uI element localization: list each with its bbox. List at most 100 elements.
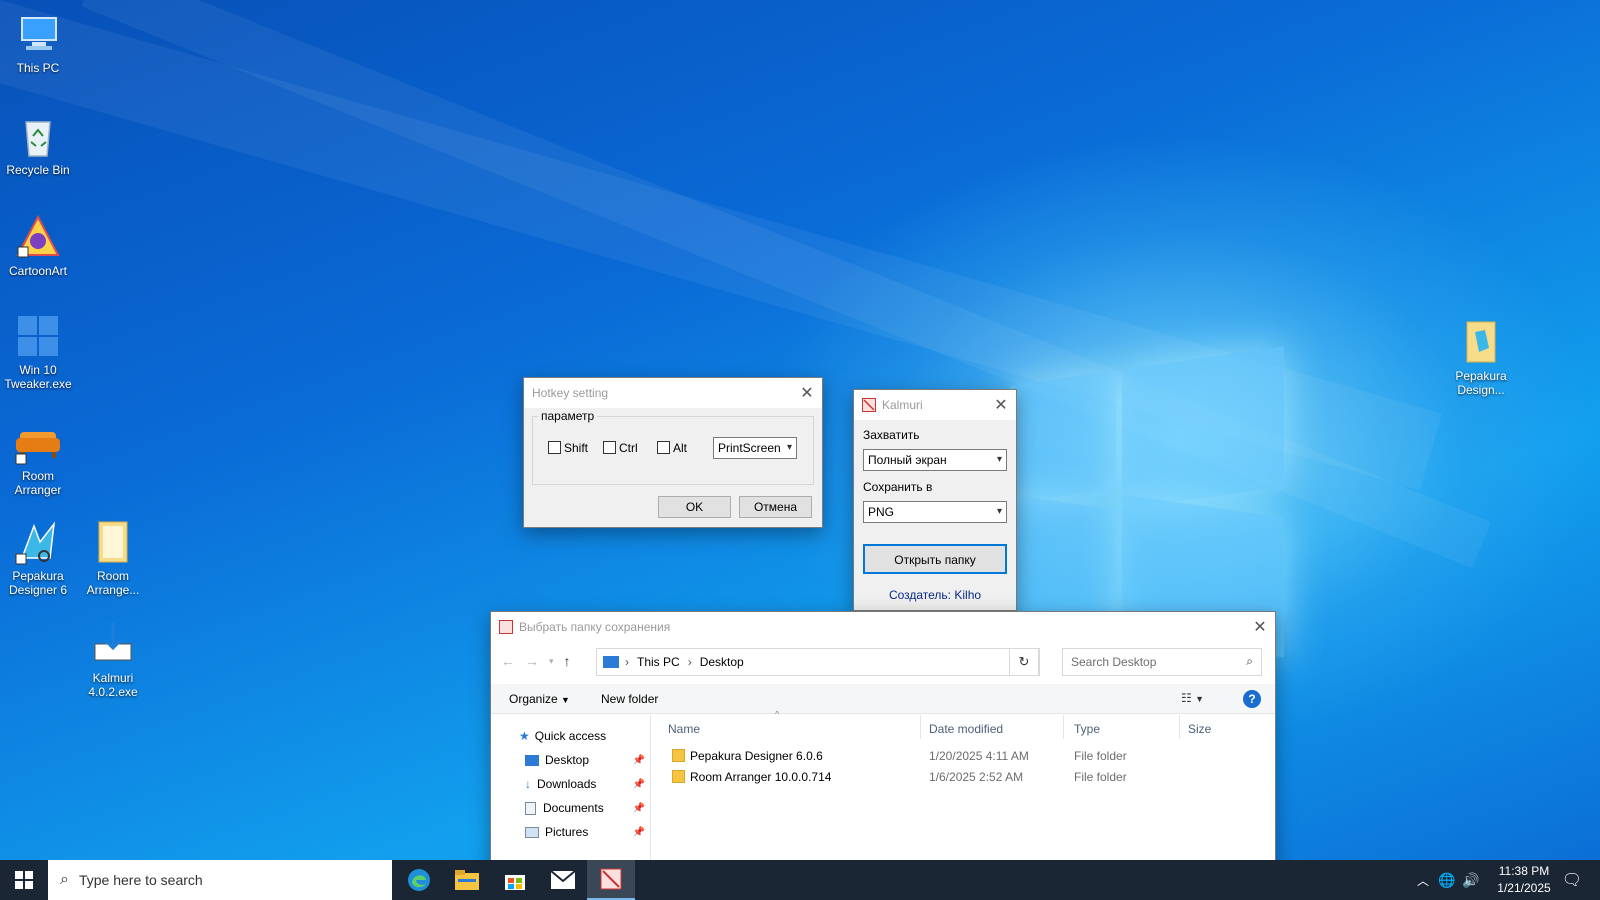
- pin-icon: 📌: [632, 802, 645, 814]
- desktop-icon-label: Recycle Bin: [6, 163, 70, 177]
- store-taskbar-button[interactable]: [491, 860, 539, 900]
- refresh-icon[interactable]: ↻: [1009, 648, 1039, 676]
- file-explorer-taskbar-button[interactable]: [443, 860, 491, 900]
- checkbox-box[interactable]: [603, 441, 616, 454]
- cancel-button[interactable]: Отмена: [739, 496, 812, 518]
- nav-item-quick-access[interactable]: ★ Quick access: [519, 729, 606, 743]
- row-name: Room Arranger 10.0.0.714: [690, 770, 832, 784]
- breadcrumb-separator-icon: ›: [625, 655, 629, 669]
- column-type[interactable]: Type: [1074, 722, 1100, 736]
- taskbar-search-box[interactable]: ⌕ Type here to search: [48, 860, 392, 900]
- clock-date: 1/21/2025: [1497, 881, 1551, 895]
- desktop-icon-room-arrange-folder[interactable]: Room Arrange...: [75, 518, 151, 597]
- row-type: File folder: [1074, 749, 1127, 763]
- window-title: Kalmuri: [882, 398, 923, 412]
- capture-select[interactable]: Полный экран ▾: [863, 449, 1007, 471]
- nav-item-documents[interactable]: Documents 📌: [525, 801, 645, 815]
- chevron-up-icon[interactable]: ︿: [1412, 860, 1434, 900]
- help-icon[interactable]: ?: [1243, 690, 1261, 708]
- checkbox-box[interactable]: [657, 441, 670, 454]
- breadcrumb-this-pc[interactable]: This PC: [637, 655, 680, 669]
- nav-item-downloads[interactable]: ↓ Downloads 📌: [525, 777, 645, 791]
- ok-button[interactable]: OK: [658, 496, 731, 518]
- close-icon[interactable]: ✕: [792, 378, 822, 408]
- kalmuri-icon: [600, 868, 622, 890]
- star-icon: ★: [519, 729, 530, 743]
- forward-arrow-icon[interactable]: →: [525, 653, 539, 669]
- open-folder-button[interactable]: Открыть папку: [863, 544, 1007, 574]
- desktop-icon-this-pc[interactable]: This PC: [0, 10, 76, 75]
- desktop-icon: [525, 754, 539, 766]
- organize-label: Organize: [509, 692, 558, 706]
- volume-icon[interactable]: 🔊: [1460, 860, 1482, 900]
- edge-taskbar-button[interactable]: [395, 860, 443, 900]
- desktop-icon-room-arranger[interactable]: Room Arranger: [0, 418, 76, 497]
- table-row[interactable]: Pepakura Designer 6.0.6 1/20/2025 4:11 A…: [652, 746, 1272, 766]
- nav-buttons: ← → ▾ ↑: [501, 648, 591, 674]
- view-options-icon[interactable]: ☷ ▼: [1181, 691, 1204, 705]
- recent-chevron-icon[interactable]: ▾: [549, 656, 554, 667]
- window-title: Выбрать папку сохранения: [519, 620, 671, 634]
- column-date-modified[interactable]: Date modified: [929, 722, 1003, 736]
- creator-link[interactable]: Создатель: Kilho: [854, 588, 1016, 602]
- new-folder-button[interactable]: New folder: [601, 692, 658, 706]
- file-list: ^ Name Date modified Type Size Pepakura …: [652, 709, 1275, 873]
- network-icon[interactable]: 🌐: [1436, 860, 1458, 900]
- taskbar: ⌕ Type here to search ︿ 🌐 🔊 11:38 PM 1/2…: [0, 860, 1600, 900]
- column-name[interactable]: Name: [668, 722, 700, 736]
- desktop-icon-label: This PC: [16, 61, 60, 75]
- desktop-icon-pepakura-design[interactable]: Pepakura Design...: [1443, 318, 1519, 397]
- folder-icon: [672, 770, 685, 783]
- row-date: 1/6/2025 2:52 AM: [929, 770, 1024, 784]
- notification-center-icon[interactable]: 🗨: [1552, 860, 1592, 900]
- key-select-value: PrintScreen: [718, 441, 781, 455]
- desktop-icon-recycle-bin[interactable]: Recycle Bin: [0, 112, 76, 177]
- desktop-icon-pepakura[interactable]: Pepakura Designer 6: [0, 518, 76, 597]
- command-bar: Organize ▼ New folder ☷ ▼ ?: [491, 684, 1275, 714]
- window-title: Hotkey setting: [532, 386, 609, 400]
- search-placeholder: Search Desktop: [1071, 655, 1157, 669]
- installer-icon: [89, 620, 137, 668]
- hotkey-titlebar[interactable]: Hotkey setting ✕: [524, 378, 822, 408]
- format-select[interactable]: PNG ▾: [863, 501, 1007, 523]
- breadcrumb-desktop[interactable]: Desktop: [700, 655, 744, 669]
- format-select-value: PNG: [868, 505, 895, 519]
- save-label: Сохранить в: [863, 480, 933, 494]
- kalmuri-titlebar[interactable]: Kalmuri ✕: [854, 390, 1016, 420]
- column-size[interactable]: Size: [1188, 722, 1211, 736]
- ctrl-checkbox[interactable]: Ctrl: [603, 441, 638, 455]
- desktop-icon-kalmuri-exe[interactable]: Kalmuri 4.0.2.exe: [75, 620, 151, 699]
- up-arrow-icon[interactable]: ↑: [564, 653, 571, 669]
- nav-item-desktop[interactable]: Desktop 📌: [525, 753, 645, 767]
- navigation-pane: ★ Quick access Desktop 📌 ↓ Downloads 📌 Doc…: [491, 715, 651, 873]
- checkbox-box[interactable]: [548, 441, 561, 454]
- kalmuri-taskbar-button[interactable]: [587, 860, 635, 900]
- kalmuri-window: Kalmuri ✕ Захватить Полный экран ▾ Сохра…: [853, 389, 1017, 611]
- address-bar[interactable]: › This PC › Desktop ▾: [596, 648, 1040, 676]
- mail-icon: [551, 871, 575, 889]
- pepakura-icon: [14, 518, 62, 566]
- nav-item-pictures[interactable]: Pictures 📌: [525, 825, 645, 839]
- start-button[interactable]: [0, 860, 48, 900]
- close-icon[interactable]: ✕: [1245, 612, 1275, 642]
- mail-taskbar-button[interactable]: [539, 860, 587, 900]
- organize-button[interactable]: Organize ▼: [509, 692, 570, 706]
- pin-icon: 📌: [632, 778, 645, 790]
- shift-checkbox[interactable]: Shift: [548, 441, 588, 455]
- alt-checkbox[interactable]: Alt: [657, 441, 687, 455]
- desktop-icon-label: Win 10 Tweaker.exe: [4, 363, 72, 391]
- search-desktop-input[interactable]: Search Desktop ⌕: [1062, 648, 1262, 676]
- group-label: параметр: [538, 409, 598, 423]
- desktop-icon-cartoonart[interactable]: CartoonArt: [0, 213, 76, 278]
- chevron-down-icon: ▼: [561, 695, 570, 705]
- row-date: 1/20/2025 4:11 AM: [929, 749, 1029, 763]
- table-row[interactable]: Room Arranger 10.0.0.714 1/6/2025 2:52 A…: [652, 767, 1272, 787]
- key-select[interactable]: PrintScreen ▾: [713, 437, 797, 459]
- close-icon[interactable]: ✕: [986, 390, 1016, 420]
- pictures-icon: [525, 826, 539, 838]
- folder-icon: [1457, 318, 1505, 366]
- desktop-icon-label: Room Arrange...: [86, 569, 140, 597]
- desktop-icon-win10-tweaker[interactable]: Win 10 Tweaker.exe: [0, 312, 76, 391]
- folder-dialog-titlebar[interactable]: Выбрать папку сохранения ✕: [491, 612, 1275, 642]
- back-arrow-icon[interactable]: ←: [501, 653, 515, 669]
